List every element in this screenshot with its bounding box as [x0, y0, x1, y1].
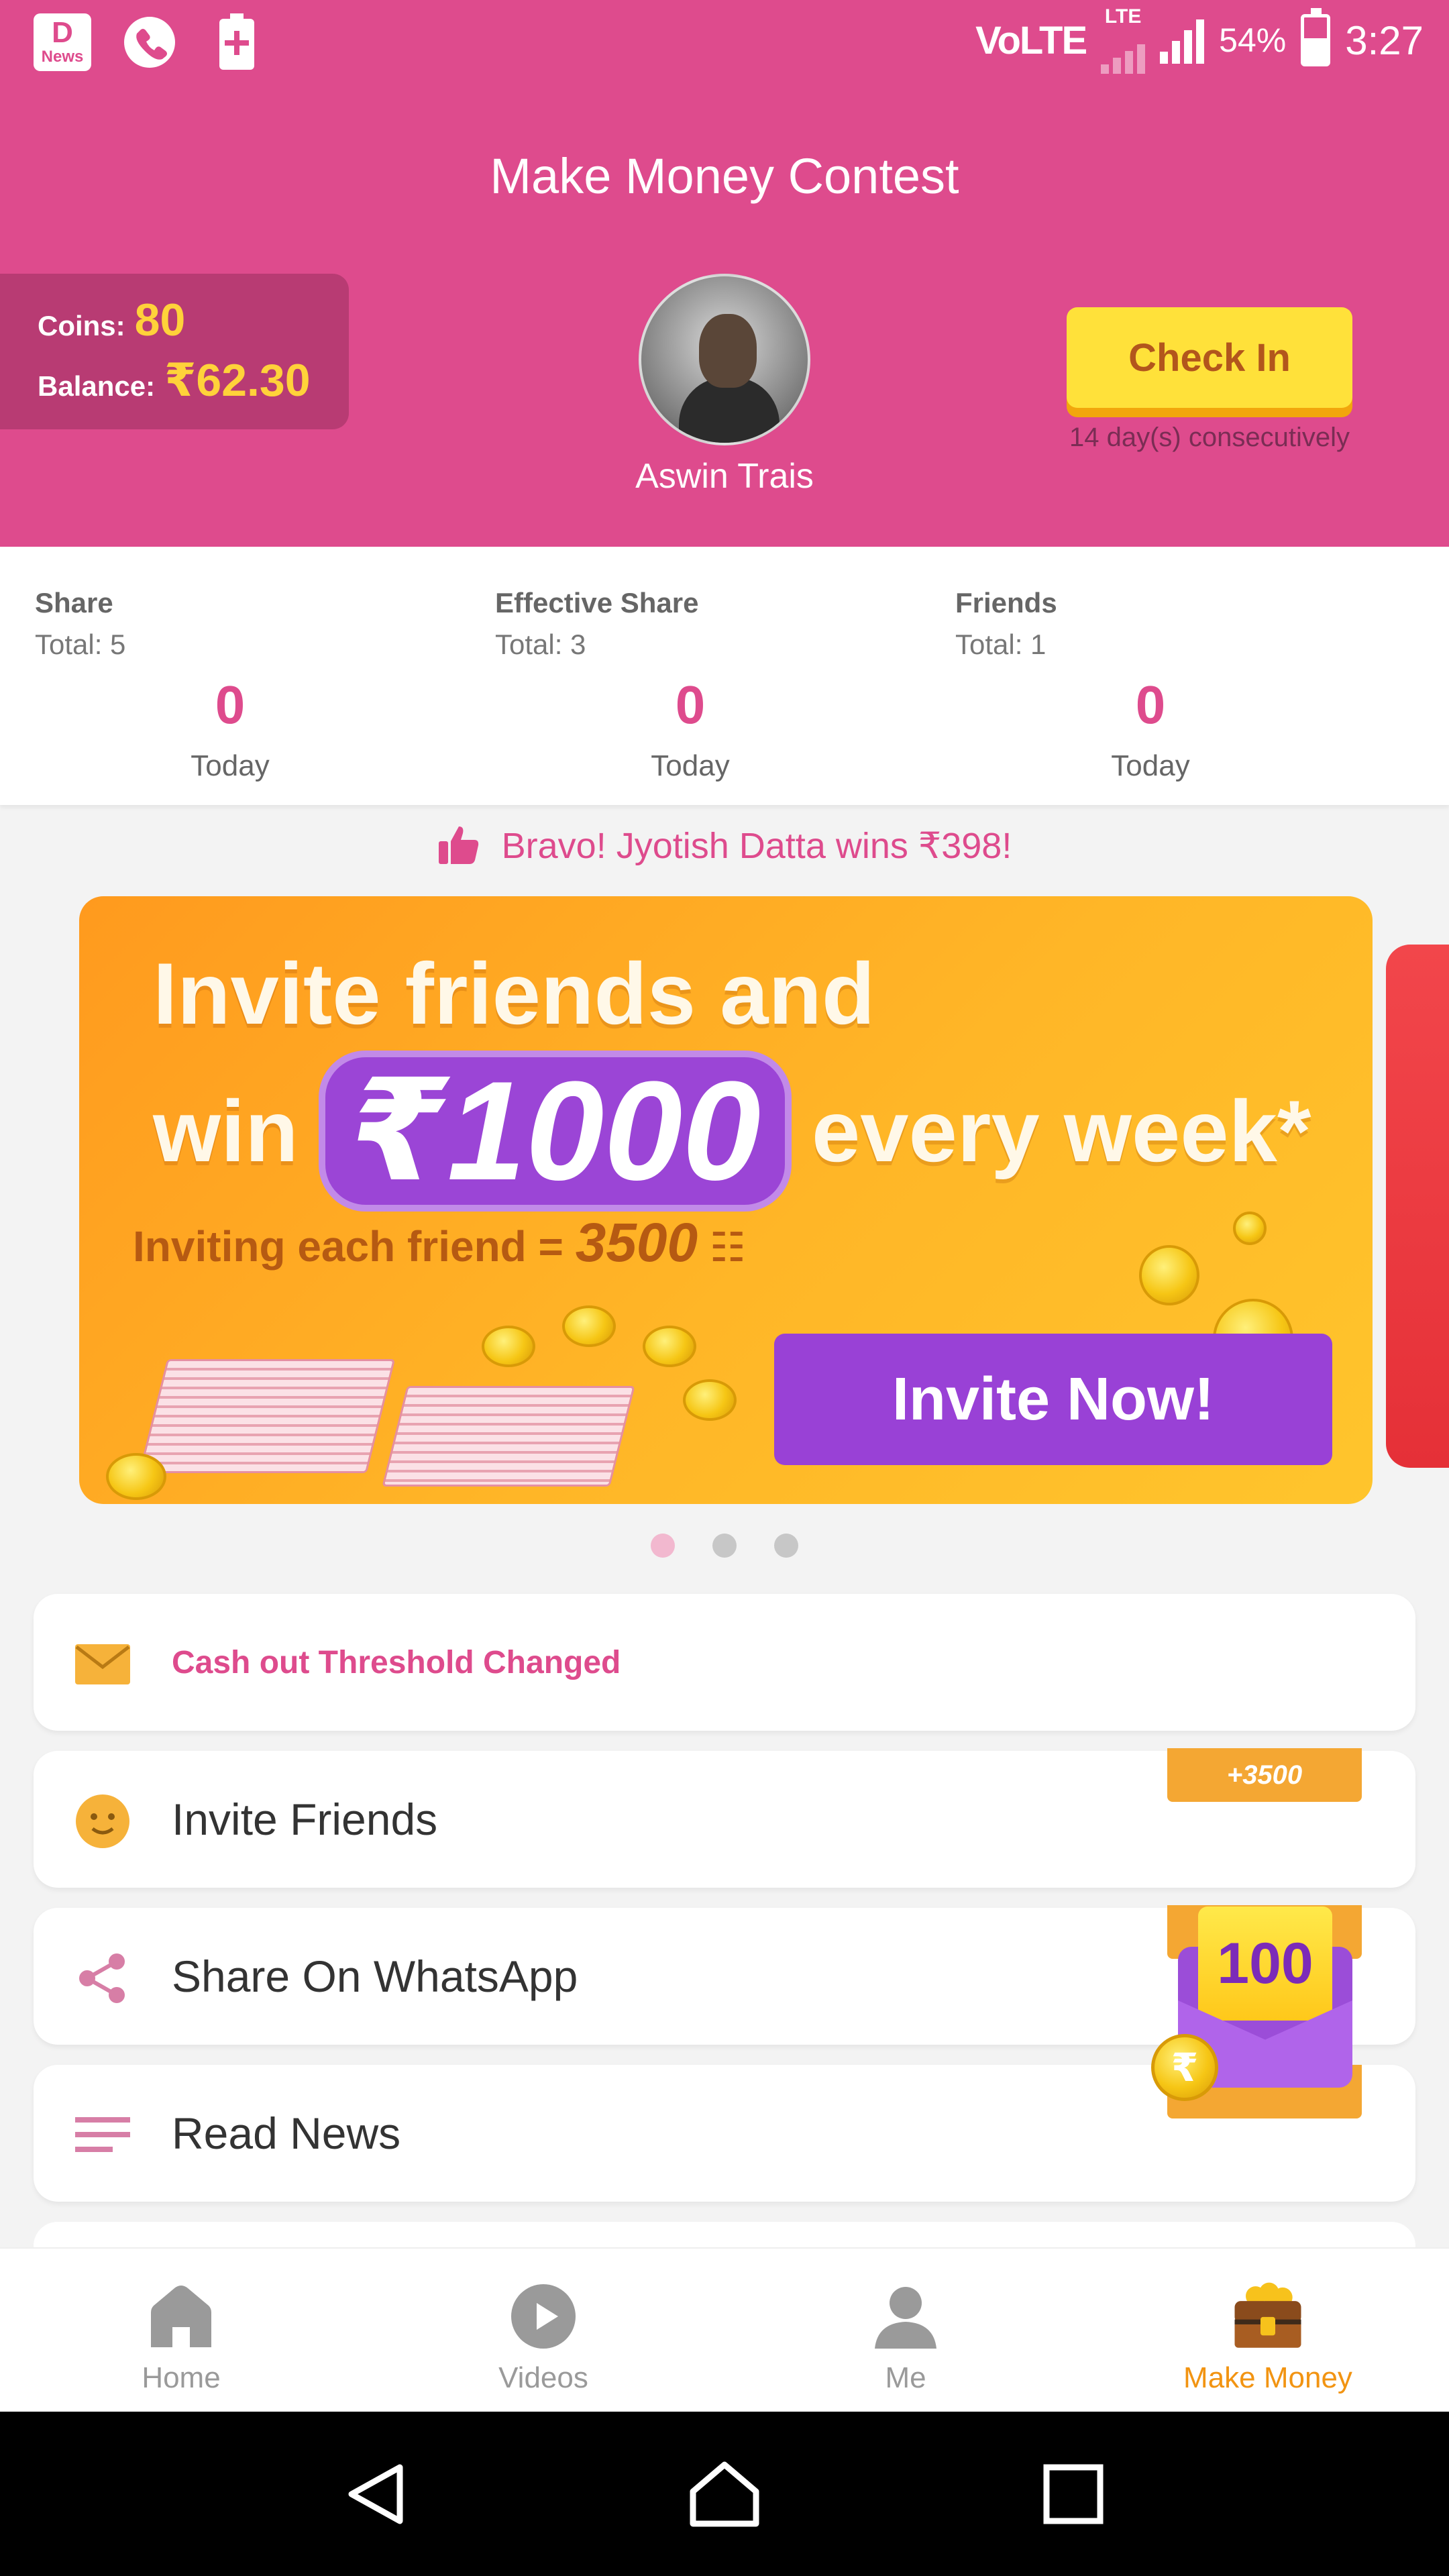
back-icon[interactable]: [332, 2451, 419, 2538]
stat-total: Total: 5: [35, 629, 126, 660]
treasure-chest-icon: [1231, 2279, 1305, 2353]
stat-today-label: Today: [1111, 749, 1190, 782]
carousel-dot[interactable]: [712, 1534, 737, 1558]
banner-every-week: every week*: [811, 1082, 1311, 1180]
recents-icon[interactable]: [1030, 2451, 1117, 2538]
banner-win-text: win: [153, 1082, 299, 1180]
phone-icon: [119, 12, 180, 72]
home-button-icon[interactable]: [681, 2451, 768, 2538]
nav-label: Home: [142, 2361, 221, 2394]
battery-icon: [1301, 8, 1331, 66]
battery-saver-icon: [207, 12, 267, 72]
reward-value: 100: [1198, 1907, 1332, 2021]
list-item-label: Share On WhatsApp: [172, 1951, 578, 2001]
carousel-indicator: [0, 1534, 1449, 1558]
nav-make-money[interactable]: Make Money: [1087, 2249, 1449, 2412]
lte-indicator: LTE: [1104, 5, 1142, 28]
check-in-button[interactable]: Check In: [1067, 307, 1352, 408]
play-icon: [506, 2279, 580, 2353]
smiley-icon: [74, 1792, 131, 1850]
home-icon: [144, 2279, 218, 2353]
check-in-streak: 14 day(s) consecutively: [1069, 423, 1350, 452]
clock: 3:27: [1345, 17, 1424, 63]
nav-me[interactable]: Me: [724, 2249, 1087, 2412]
volte-indicator: VoLTE: [975, 18, 1087, 62]
username: Aswin Trais: [635, 457, 814, 496]
rupee-coin-icon: ₹: [1151, 2034, 1218, 2101]
invite-now-button[interactable]: Invite Now!: [774, 1334, 1332, 1465]
coin-illustration: [562, 1305, 616, 1347]
news-app-icon: D News: [32, 12, 93, 72]
banner-subtext: Inviting each friend = 3500 ☷: [133, 1212, 746, 1273]
stat-title: Friends: [955, 587, 1057, 619]
coin-illustration: [106, 1453, 166, 1500]
stat-today-label: Today: [191, 749, 270, 782]
coin-illustration: [1139, 1245, 1199, 1305]
nav-label: Videos: [498, 2361, 588, 2394]
coin-illustration: [482, 1326, 535, 1367]
balance-label: Balance:: [38, 370, 156, 402]
list-item-label: Cash out Threshold Changed: [172, 1644, 621, 1680]
winner-ticker: Bravo! Jyotish Datta wins ₹398!: [0, 824, 1449, 867]
battery-percent: 54%: [1219, 21, 1287, 59]
stat-today-label: Today: [651, 749, 730, 782]
page-title: Make Money Contest: [490, 148, 959, 204]
banner-headline: Invite friends and: [153, 945, 875, 1042]
ticker-text: Bravo! Jyotish Datta wins ₹398!: [501, 825, 1012, 866]
carousel-dot[interactable]: [651, 1534, 675, 1558]
coins-value: 80: [134, 294, 186, 345]
thumbs-up-icon: [438, 826, 478, 864]
next-banner-peek[interactable]: [1386, 945, 1449, 1468]
mail-icon: [74, 1635, 131, 1693]
wallet-summary[interactable]: Coins: 80 Balance: ₹62.30: [0, 274, 349, 429]
stat-total: Total: 3: [495, 629, 586, 660]
stat-total: Total: 1: [955, 629, 1046, 660]
list-item-cash-out-notice[interactable]: Cash out Threshold Changed: [34, 1594, 1415, 1731]
cash-stack-illustration: [138, 1359, 396, 1473]
bottom-navigation: Home Videos Me Make Money: [0, 2247, 1449, 2412]
contest-header: D News VoLTE LTE 54% 3:27 Make Money Cont…: [0, 0, 1449, 547]
invite-banner[interactable]: Invite friends and win ₹1000 every week*…: [79, 896, 1373, 1504]
reward-badge: +3500: [1167, 1748, 1362, 1802]
carousel-dot[interactable]: [774, 1534, 798, 1558]
list-lines-icon: [74, 2106, 131, 2164]
signal-icon: [1101, 27, 1146, 74]
stat-today-value: 0: [675, 675, 706, 735]
coin-illustration: [683, 1379, 737, 1421]
list-item-label: Invite Friends: [172, 1794, 438, 1844]
list-item-label: Read News: [172, 2108, 401, 2158]
nav-home[interactable]: Home: [0, 2249, 362, 2412]
stat-friends: Friends Total: 1 0 Today: [920, 567, 1381, 795]
floating-reward-envelope[interactable]: 100 ₹: [1151, 1907, 1366, 2108]
list-item-invite-friends[interactable]: Invite Friends +3500: [34, 1748, 1415, 1888]
nav-videos[interactable]: Videos: [362, 2249, 724, 2412]
coin-illustration: [643, 1326, 696, 1367]
coin-illustration: [1233, 1212, 1267, 1245]
nav-label: Me: [885, 2361, 926, 2394]
person-icon: [869, 2279, 943, 2353]
banner-amount: ₹1000: [318, 1051, 792, 1212]
stat-today-value: 0: [1135, 675, 1166, 735]
share-icon: [74, 1949, 131, 2007]
status-bar: D News VoLTE LTE 54% 3:27: [0, 0, 1449, 84]
stat-effective-share: Effective Share Total: 3 0 Today: [460, 567, 920, 795]
avatar[interactable]: [639, 274, 810, 445]
stat-title: Effective Share: [495, 587, 699, 619]
share-stats-panel: Share Total: 5 0 Today Effective Share T…: [0, 547, 1449, 805]
balance-value: ₹62.30: [164, 355, 311, 406]
coins-label: Coins:: [38, 310, 125, 341]
cash-stack-illustration: [382, 1386, 635, 1487]
stat-today-value: 0: [215, 675, 246, 735]
system-navigation-bar: [0, 2412, 1449, 2576]
stat-title: Share: [35, 587, 113, 619]
nav-label: Make Money: [1183, 2361, 1352, 2394]
stat-share: Share Total: 5 0 Today: [0, 567, 460, 795]
signal-strength-icon: [1160, 17, 1205, 64]
